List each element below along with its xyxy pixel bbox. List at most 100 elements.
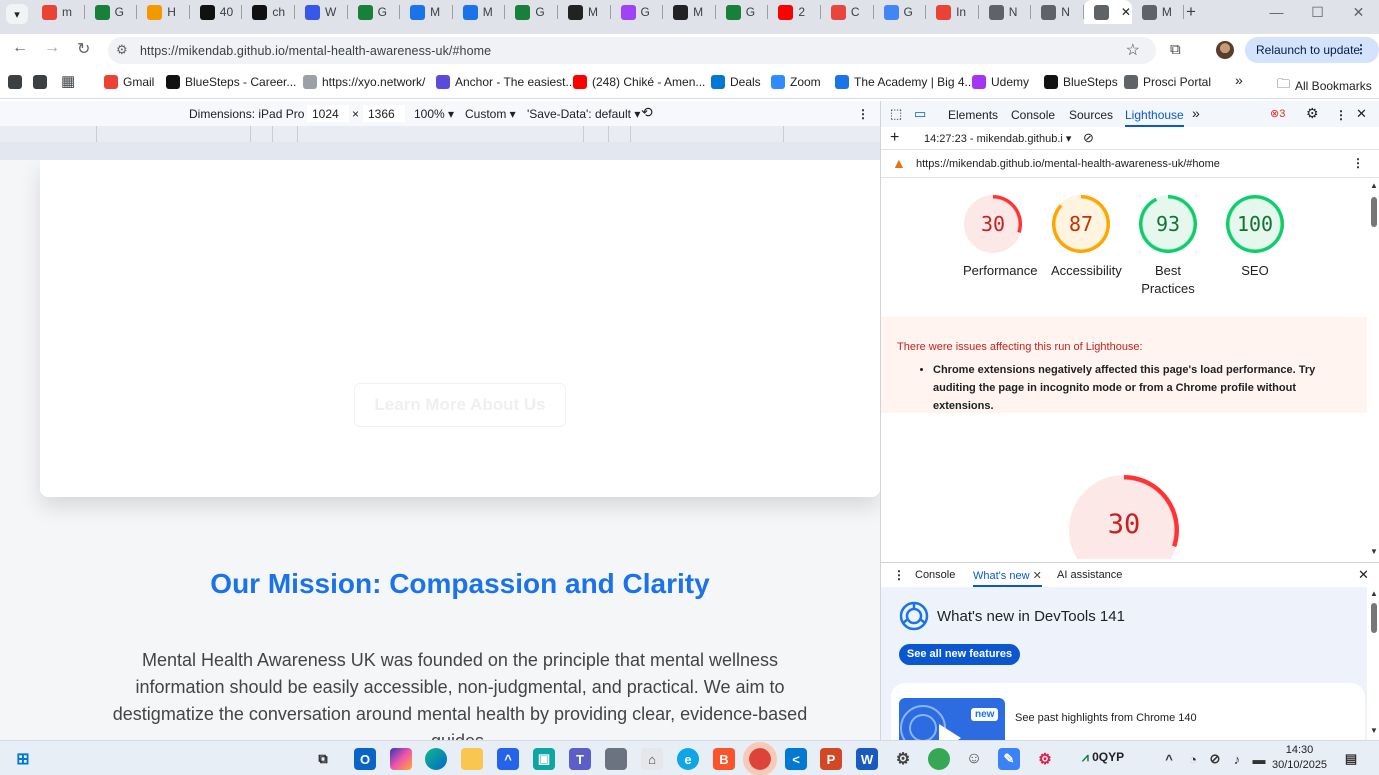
tab[interactable]: G xyxy=(716,0,769,24)
tab[interactable]: M xyxy=(663,0,716,24)
zoom-select[interactable]: 100% ▾ xyxy=(414,107,454,121)
chrome-icon[interactable] xyxy=(743,742,777,775)
bookmark-item[interactable]: Udemy xyxy=(972,75,1029,89)
notifications-icon[interactable]: ▤ xyxy=(1340,748,1362,770)
back-icon[interactable]: ← xyxy=(12,39,28,57)
tab[interactable]: G xyxy=(85,0,138,24)
score-gauge[interactable]: 100 SEO xyxy=(1225,195,1285,280)
site-info-icon[interactable]: ⚙ xyxy=(116,42,128,58)
score-gauge[interactable]: 93 Best Practices xyxy=(1138,195,1198,298)
close-devtools-icon[interactable]: ✕ xyxy=(1356,106,1367,122)
tab[interactable]: G xyxy=(505,0,558,24)
tab[interactable]: m xyxy=(32,0,85,24)
learn-more-button[interactable]: Learn More About Us xyxy=(354,383,566,427)
tab[interactable]: ch xyxy=(242,0,295,24)
task-view-icon[interactable]: ⧉ xyxy=(312,748,334,770)
chrome-icon[interactable] xyxy=(928,748,950,770)
bookmark-item[interactable]: The Academy | Big 4... xyxy=(835,75,975,89)
drawer-tab-ai[interactable]: AI assistance xyxy=(1057,569,1122,581)
media-query-bar[interactable] xyxy=(0,126,880,142)
report-scrollbar[interactable]: ▲ ▼ xyxy=(1367,179,1379,559)
score-gauge[interactable]: 87 Accessibility xyxy=(1051,195,1122,280)
rotate-icon[interactable]: ⟲ xyxy=(641,104,653,121)
tab[interactable]: M xyxy=(400,0,453,24)
bookmark-item[interactable]: Prosci Portal xyxy=(1124,75,1211,89)
start-icon[interactable]: ⊞ xyxy=(12,748,34,770)
inspect-icon[interactable]: ⬚ xyxy=(890,106,902,122)
close-tab-icon[interactable]: ✕ xyxy=(1121,5,1131,19)
store-icon[interactable]: ⌂ xyxy=(641,748,663,770)
tab-lighthouse[interactable]: Lighthouse xyxy=(1125,108,1184,127)
clear-icon[interactable]: ⊘ xyxy=(1083,130,1094,146)
word-icon[interactable]: W xyxy=(856,748,878,770)
bookmark-item[interactable]: Zoom xyxy=(771,75,821,89)
bookmark-star-icon[interactable]: ☆ xyxy=(1126,40,1140,60)
vscode-icon[interactable]: < xyxy=(785,748,807,770)
drawer-tab-console[interactable]: Console xyxy=(915,569,955,581)
score-gauge[interactable]: 30 Performance xyxy=(963,195,1037,280)
app-icon[interactable]: ▣ xyxy=(533,748,555,770)
tab[interactable]: G xyxy=(611,0,664,24)
tab[interactable]: 2 xyxy=(768,0,821,24)
address-bar[interactable]: ⚙ https://mikendab.github.io/mental-heal… xyxy=(108,37,1156,64)
powerpoint-icon[interactable]: P xyxy=(820,748,842,770)
add-report-icon[interactable]: + xyxy=(890,129,899,147)
network-off-icon[interactable]: ⊘ xyxy=(1204,748,1226,770)
photos-icon[interactable] xyxy=(605,748,627,770)
edge-icon[interactable] xyxy=(425,748,447,770)
reload-icon[interactable]: ↻ xyxy=(77,39,90,59)
wifi-icon[interactable]: ◔ xyxy=(1182,748,1204,770)
app-icon[interactable]: ✎ xyxy=(998,748,1020,770)
see-all-features-button[interactable]: See all new features xyxy=(899,644,1020,665)
report-menu-icon[interactable]: ⋮ xyxy=(1352,156,1364,170)
more-options-icon[interactable]: ⋮ xyxy=(857,107,869,121)
app-icon[interactable]: ⚙ xyxy=(1034,748,1056,770)
file-explorer-icon[interactable] xyxy=(461,748,483,770)
bookmark-item[interactable]: Deals xyxy=(711,75,761,89)
battery-icon[interactable]: ▬ xyxy=(1248,748,1270,770)
outlook-icon[interactable]: O xyxy=(354,748,376,770)
more-tabs-icon[interactable]: » xyxy=(1192,105,1200,121)
apps-grid-icon[interactable]: ▦ xyxy=(61,72,75,90)
bookmark-item[interactable]: Gmail xyxy=(104,75,154,89)
width-input[interactable]: 1024 xyxy=(307,105,349,122)
tab-sources[interactable]: Sources xyxy=(1069,108,1113,122)
dimensions-select[interactable]: Dimensions: iPad Pro ▾ xyxy=(189,107,314,121)
tab-search-button[interactable]: ▾ xyxy=(6,4,28,24)
save-data-select[interactable]: 'Save-Data': default ▾ xyxy=(527,107,640,121)
app-icon[interactable]: ^ xyxy=(497,748,519,770)
error-count-badge[interactable]: ⊗3 xyxy=(1270,107,1285,120)
all-bookmarks[interactable]: 🗀 All Bookmarks xyxy=(1277,75,1372,97)
tab[interactable]: M xyxy=(453,0,506,24)
avatar[interactable] xyxy=(1216,41,1234,59)
bookmark-item[interactable]: (248) Chiké - Amen... xyxy=(573,75,705,89)
bookmark-item[interactable]: Anchor - The easiest... xyxy=(436,75,576,89)
close-drawer-icon[interactable]: ✕ xyxy=(1358,567,1369,583)
extensions-icon[interactable]: ⧉ xyxy=(1170,41,1181,58)
relaunch-button[interactable]: Relaunch to update ⋮ xyxy=(1245,37,1379,63)
url-text[interactable]: https://mikendab.github.io/mental-health… xyxy=(140,44,491,58)
bookmark-item[interactable]: BlueSteps xyxy=(1044,75,1118,89)
more-bookmarks-icon[interactable]: » xyxy=(1235,72,1243,88)
tab-elements[interactable]: Elements xyxy=(948,108,998,122)
stock-widget[interactable]: ⩘ 0QYP xyxy=(1082,750,1124,765)
tab[interactable]: C xyxy=(821,0,874,24)
brave-icon[interactable]: B xyxy=(713,748,735,770)
volume-icon[interactable]: ♪ xyxy=(1226,748,1248,770)
tab-console[interactable]: Console xyxy=(1011,108,1055,122)
tab[interactable]: N xyxy=(1031,0,1084,24)
teams-icon[interactable]: T xyxy=(569,748,591,770)
tab[interactable]: 40 xyxy=(190,0,243,24)
tab-active[interactable]: ✕ xyxy=(1083,0,1132,24)
tab[interactable]: M xyxy=(1132,0,1185,24)
close-tab-icon[interactable]: ✕ xyxy=(1033,570,1042,582)
settings-icon[interactable]: ⚙ xyxy=(1306,105,1319,122)
emoji-icon[interactable]: ☺ xyxy=(963,748,985,770)
tab[interactable]: In xyxy=(926,0,979,24)
throttling-select[interactable]: Custom ▾ xyxy=(465,107,516,121)
bookmark-item[interactable]: BlueSteps - Career... xyxy=(166,75,296,89)
bookmark-apps[interactable] xyxy=(8,75,22,89)
drawer-scrollbar[interactable]: ▲ ▼ xyxy=(1367,587,1379,740)
devtools-menu-icon[interactable]: ⋮ xyxy=(1335,108,1347,122)
tab[interactable]: M xyxy=(558,0,611,24)
